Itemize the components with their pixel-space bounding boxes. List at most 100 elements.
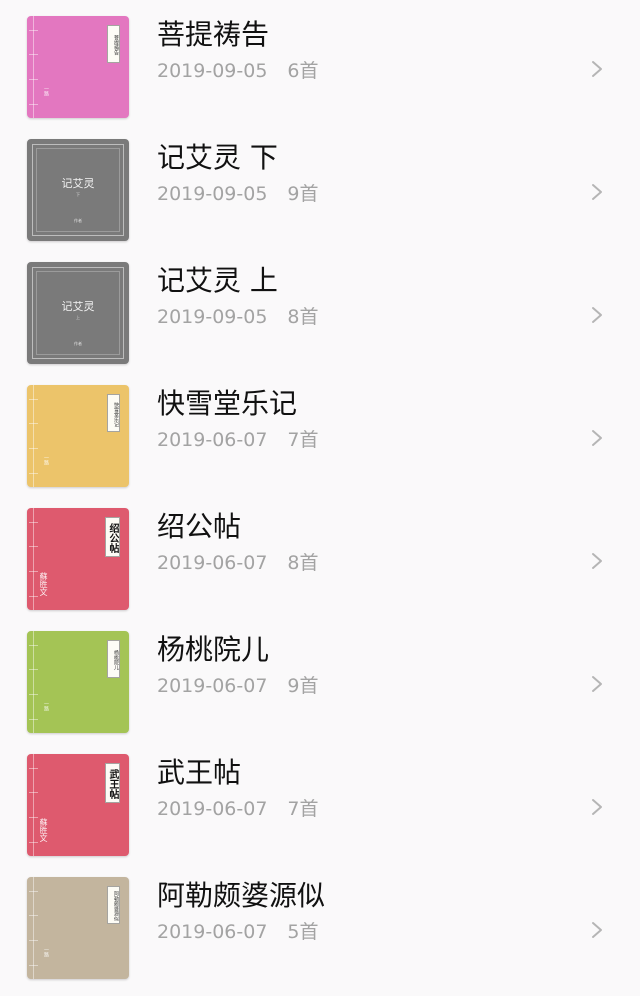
cover-author-mark: 一路	[43, 947, 49, 957]
collection-date: 2019-09-05	[157, 306, 268, 328]
collection-title: 记艾灵 上	[157, 264, 278, 297]
collection-meta: 2019-06-07 9首	[157, 674, 319, 698]
list-item[interactable]: 阿勒颇婆源似 一路 阿勒颇婆源似 2019-06-07 5首	[0, 861, 640, 984]
cover-stitch	[29, 940, 38, 941]
collection-meta: 2019-06-07 8首	[157, 551, 319, 575]
cover-stitch	[29, 546, 38, 547]
collection-cover: 阿勒颇婆源似 一路	[27, 877, 129, 979]
chevron-right-icon	[588, 552, 606, 570]
cover-stitch	[29, 30, 38, 31]
cover-stitch	[29, 399, 38, 400]
poem-count: 8首	[287, 306, 319, 328]
collection-title: 阿勒颇婆源似	[157, 879, 326, 912]
cover-center-title: 记艾灵	[61, 300, 95, 313]
cover-stitch	[29, 792, 38, 793]
collection-cover: 绍公帖 蘇胜文王	[27, 508, 129, 610]
cover-footer-text: 作者	[74, 341, 82, 346]
cover-stitch	[29, 423, 38, 424]
cover-title-slip: 快雪堂乐记	[107, 394, 120, 432]
collection-meta: 2019-06-07 5首	[157, 920, 319, 944]
cover-stitch	[29, 842, 38, 843]
collection-title: 记艾灵 下	[157, 141, 278, 174]
cover-spine	[33, 508, 34, 610]
cover-spine	[33, 754, 34, 856]
cover-title-slip: 阿勒颇婆源似	[107, 886, 120, 924]
cover-footer-text: 作者	[74, 218, 82, 223]
list-item[interactable]: 记艾灵 下 作者 记艾灵 下 2019-09-05 9首	[0, 123, 640, 246]
collection-title: 杨桃院儿	[157, 633, 270, 666]
cover-stitch	[29, 915, 38, 916]
cover-title-slip: 武王帖	[105, 763, 120, 803]
cover-author-mark: 一路	[43, 701, 49, 711]
collection-meta: 2019-06-07 7首	[157, 797, 319, 821]
cover-spine	[33, 385, 34, 487]
cover-author-mark: 蘇胜文王	[40, 818, 48, 842]
collection-cover: 快雪堂乐记 一路	[27, 385, 129, 487]
cover-center-subtitle: 上	[76, 315, 80, 320]
collection-cover: 武王帖 蘇胜文王	[27, 754, 129, 856]
cover-stitch	[29, 645, 38, 646]
cover-stitch	[29, 817, 38, 818]
chevron-right-icon	[588, 183, 606, 201]
cover-stitch	[29, 473, 38, 474]
cover-stitch	[29, 522, 38, 523]
chevron-right-icon	[588, 60, 606, 78]
poem-count: 5首	[287, 921, 319, 943]
collection-date: 2019-06-07	[157, 798, 268, 820]
poem-count: 7首	[287, 798, 319, 820]
cover-spine	[33, 877, 34, 979]
list-item[interactable]: 武王帖 蘇胜文王 武王帖 2019-06-07 7首	[0, 738, 640, 861]
cover-stitch	[29, 448, 38, 449]
cover-stitch	[29, 571, 38, 572]
cover-stitch	[29, 79, 38, 80]
cover-title-slip: 菩提祷告	[107, 25, 120, 63]
cover-stitch	[29, 104, 38, 105]
cover-stitch	[29, 54, 38, 55]
cover-center-subtitle: 下	[76, 192, 80, 197]
collection-date: 2019-06-07	[157, 552, 268, 574]
collection-date: 2019-09-05	[157, 60, 268, 82]
collection-cover: 记艾灵 上 作者	[27, 262, 129, 364]
chevron-right-icon	[588, 921, 606, 939]
cover-stitch	[29, 694, 38, 695]
cover-stitch	[29, 965, 38, 966]
collection-date: 2019-09-05	[157, 183, 268, 205]
cover-title-slip: 杨桃院儿	[107, 640, 120, 678]
poem-count: 9首	[287, 183, 319, 205]
cover-spine	[33, 16, 34, 118]
chevron-right-icon	[588, 429, 606, 447]
collection-meta: 2019-09-05 9首	[157, 182, 319, 206]
collection-date: 2019-06-07	[157, 675, 268, 697]
cover-spine	[33, 631, 34, 733]
list-item[interactable]: 绍公帖 蘇胜文王 绍公帖 2019-06-07 8首	[0, 492, 640, 615]
collection-title: 绍公帖	[157, 510, 242, 543]
cover-author-mark: 一路	[43, 86, 49, 96]
collection-date: 2019-06-07	[157, 921, 268, 943]
poem-count: 7首	[287, 429, 319, 451]
collection-meta: 2019-06-07 7首	[157, 428, 319, 452]
collection-cover: 记艾灵 下 作者	[27, 139, 129, 241]
collection-date: 2019-06-07	[157, 429, 268, 451]
chevron-right-icon	[588, 798, 606, 816]
cover-center-title: 记艾灵	[61, 177, 95, 190]
cover-stitch	[29, 669, 38, 670]
collection-title: 菩提祷告	[157, 18, 270, 51]
poem-count: 9首	[287, 675, 319, 697]
cover-author-mark: 蘇胜文王	[40, 572, 48, 596]
collection-title: 快雪堂乐记	[157, 387, 298, 420]
collection-meta: 2019-09-05 6首	[157, 59, 319, 83]
cover-stitch	[29, 596, 38, 597]
list-item[interactable]: 菩提祷告 一路 菩提祷告 2019-09-05 6首	[0, 0, 640, 123]
collection-cover: 菩提祷告 一路	[27, 16, 129, 118]
list-item[interactable]: 杨桃院儿 一路 杨桃院儿 2019-06-07 9首	[0, 615, 640, 738]
cover-stitch	[29, 768, 38, 769]
collection-title: 武王帖	[157, 756, 242, 789]
list-item[interactable]: 快雪堂乐记 一路 快雪堂乐记 2019-06-07 7首	[0, 369, 640, 492]
cover-stitch	[29, 719, 38, 720]
cover-author-mark: 一路	[43, 455, 49, 465]
poem-count: 8首	[287, 552, 319, 574]
chevron-right-icon	[588, 306, 606, 324]
cover-stitch	[29, 891, 38, 892]
chevron-right-icon	[588, 675, 606, 693]
list-item[interactable]: 记艾灵 上 作者 记艾灵 上 2019-09-05 8首	[0, 246, 640, 369]
